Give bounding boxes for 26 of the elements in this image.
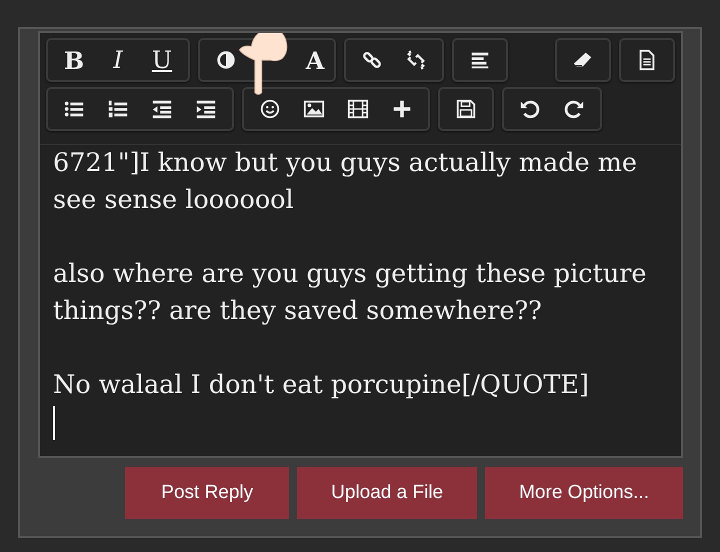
contrast-icon [215, 49, 237, 71]
numbers-icon [107, 98, 129, 120]
action-button[interactable]: Post Reply [125, 467, 290, 519]
format-button[interactable]: I [96, 42, 140, 78]
editor-text-line: No walaal I don't eat porcupine[/QUOTE] [53, 369, 590, 402]
save-icon [455, 98, 477, 120]
editor-text-line: also where are you guys getting these picture [53, 258, 648, 291]
outdent-icon [151, 98, 173, 120]
film-icon [347, 98, 369, 120]
image-icon [303, 98, 325, 120]
format-button[interactable]: U [140, 42, 184, 78]
editor-field[interactable]: B I U A 6721"]I know but you guys actually made me see sense looooool also where are you guys getting these picture things?? are they saved somewhere?? No walaal I don't eat porcupine[/QUOTE] [38, 31, 683, 458]
editor-text-line: things?? are they saved somewhere?? [53, 295, 543, 328]
link-icon [361, 49, 383, 71]
indent-icon [195, 98, 217, 120]
unlink-icon [405, 49, 427, 71]
action-button[interactable]: Upload a File [297, 467, 478, 519]
smiley-icon [259, 98, 281, 120]
action-button[interactable]: More Options... [485, 467, 683, 519]
redo-icon [563, 98, 585, 120]
undo-icon [519, 98, 541, 120]
editor-text-line: see sense looooool [53, 184, 295, 217]
format-button[interactable]: B [52, 42, 96, 78]
format-button[interactable]: A [300, 42, 330, 78]
editor-text-line: 6721"]I know but you guys actually made me [53, 147, 638, 180]
plus-icon [391, 98, 413, 120]
